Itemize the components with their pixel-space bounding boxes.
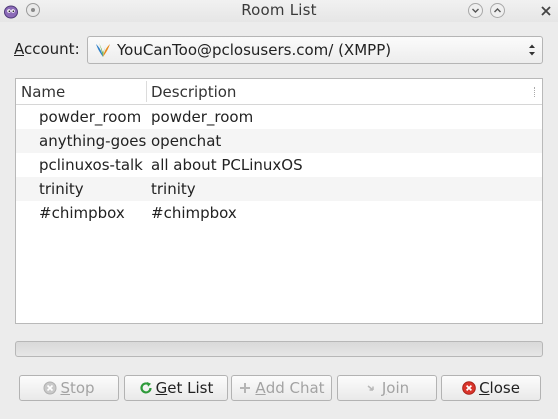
room-row[interactable]: #chimpbox #chimpbox xyxy=(16,201,542,225)
close-mnemonic: C xyxy=(479,379,490,397)
stop-icon xyxy=(43,381,57,395)
join-label: oin xyxy=(386,379,410,397)
room-description: powder_room xyxy=(151,108,254,126)
get-list-label: et List xyxy=(167,379,214,397)
room-name: trinity xyxy=(39,180,84,198)
close-button[interactable]: Close xyxy=(441,375,541,401)
room-row[interactable]: pclinuxos-talk all about PCLinuxOS xyxy=(16,153,542,177)
refresh-icon xyxy=(140,382,152,394)
get-list-button[interactable]: Get List xyxy=(124,375,228,401)
stop-button[interactable]: Stop xyxy=(19,375,119,401)
room-name: anything-goes xyxy=(39,132,147,150)
room-description: trinity xyxy=(151,180,196,198)
minimize-icon[interactable] xyxy=(468,3,483,18)
room-list[interactable]: Name Description powder_room powder_room… xyxy=(15,78,543,324)
add-chat-button[interactable]: Add Chat xyxy=(231,375,332,401)
column-header-name[interactable]: Name xyxy=(21,83,65,101)
room-row[interactable]: trinity trinity xyxy=(16,177,542,201)
add-icon xyxy=(240,383,251,393)
join-button[interactable]: Join xyxy=(337,375,437,401)
room-list-header: Name Description xyxy=(16,79,542,105)
chevron-updown-icon xyxy=(529,44,535,56)
close-label: lose xyxy=(489,379,520,397)
add-chat-label: dd Chat xyxy=(265,379,325,397)
room-row[interactable]: anything-goes openchat xyxy=(16,129,542,153)
room-description: openchat xyxy=(151,132,222,150)
account-label-rest: ccount: xyxy=(24,40,80,58)
get-list-mnemonic: G xyxy=(155,379,168,397)
column-separator[interactable] xyxy=(146,81,147,102)
add-chat-mnemonic: A xyxy=(255,379,266,397)
room-description: all about PCLinuxOS xyxy=(151,156,303,174)
progress-bar xyxy=(15,341,543,357)
join-icon xyxy=(367,385,374,391)
room-name: #chimpbox xyxy=(39,204,125,222)
close-icon[interactable] xyxy=(538,3,553,18)
close-circle-icon xyxy=(462,381,476,395)
maximize-icon[interactable] xyxy=(490,3,505,18)
room-name: powder_room xyxy=(39,108,142,126)
account-label: Account: xyxy=(14,40,80,58)
column-resize-grip[interactable] xyxy=(534,87,537,97)
account-label-mnemonic: A xyxy=(14,40,24,58)
room-name: pclinuxos-talk xyxy=(39,156,143,174)
stop-mnemonic: S xyxy=(60,379,70,397)
account-value: YouCanToo@pclosusers.com/ (XMPP) xyxy=(117,41,392,59)
room-row[interactable]: powder_room powder_room xyxy=(16,105,542,129)
stop-label: top xyxy=(69,379,95,397)
column-header-description[interactable]: Description xyxy=(151,83,236,101)
account-select[interactable]: YouCanToo@pclosusers.com/ (XMPP) xyxy=(87,36,543,64)
title-bar: Room List xyxy=(0,0,558,22)
room-description: #chimpbox xyxy=(151,204,237,222)
xmpp-icon xyxy=(96,43,110,57)
